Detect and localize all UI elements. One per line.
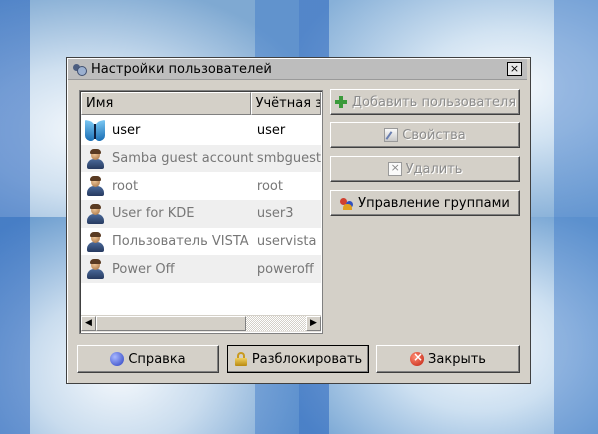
manage-groups-label: Управление группами <box>358 195 510 211</box>
list-header: Имя Учётная за <box>81 92 321 115</box>
properties-icon <box>384 128 399 142</box>
scroll-right-button[interactable]: ▶ <box>306 316 321 331</box>
window-titlebar[interactable]: Настройки пользователей × <box>68 59 527 80</box>
user-name: Power Off <box>112 261 175 277</box>
butterfly-icon <box>84 119 106 142</box>
user-account: root <box>256 178 283 194</box>
user-account: user3 <box>256 206 294 222</box>
close-icon <box>410 350 425 366</box>
scroll-thumb[interactable] <box>96 316 246 331</box>
person-icon <box>84 203 106 225</box>
scroll-left-button[interactable]: ◀ <box>81 316 96 331</box>
list-item[interactable]: Samba guest account smbguest <box>81 144 321 173</box>
user-account: smbguest <box>256 151 321 167</box>
user-name: Пользователь VISTA <box>112 234 249 250</box>
scroll-track[interactable] <box>246 316 306 331</box>
add-user-button[interactable]: Добавить пользователя <box>330 89 520 115</box>
horizontal-scrollbar[interactable]: ◀ ▶ <box>81 315 321 332</box>
help-icon <box>110 352 125 366</box>
list-item[interactable]: Пользователь VISTA uservista <box>81 228 321 256</box>
plus-icon <box>334 95 348 109</box>
group-icon <box>340 196 354 210</box>
column-header-account[interactable]: Учётная за <box>250 92 321 115</box>
window-title: Настройки пользователей <box>91 61 272 77</box>
person-icon <box>84 175 106 197</box>
unlock-label: Разблокировать <box>251 351 363 367</box>
user-account: poweroff <box>256 261 314 277</box>
list-item[interactable]: root root <box>81 172 321 200</box>
close-button[interactable]: Закрыть <box>376 345 520 373</box>
manage-groups-button[interactable]: Управление группами <box>330 190 520 216</box>
list-item[interactable]: user user <box>81 117 321 145</box>
user-settings-window: Настройки пользователей × Имя Учётная за… <box>66 57 531 384</box>
user-name: user <box>112 123 141 139</box>
user-name: root <box>112 178 139 194</box>
user-list[interactable]: Имя Учётная за useruserSamba guest accou… <box>79 90 323 334</box>
window-close-button[interactable]: × <box>507 62 522 76</box>
person-icon <box>84 148 106 170</box>
user-name: User for KDE <box>112 206 195 222</box>
properties-button[interactable]: Свойства <box>330 122 520 148</box>
user-account: user <box>256 123 286 139</box>
column-header-name[interactable]: Имя <box>81 92 251 115</box>
user-rows: user user Samba guest account smbguest root r… <box>81 117 321 284</box>
user-name: Samba guest account <box>112 151 254 167</box>
list-item[interactable]: Power Off poweroff <box>81 255 321 284</box>
user-account: uservista <box>256 234 317 250</box>
delete-user-button[interactable]: Удалить <box>330 156 520 182</box>
delete-label: Удалить <box>405 161 463 177</box>
help-button[interactable]: Справка <box>77 345 219 373</box>
person-icon <box>84 258 106 280</box>
key-icon <box>234 352 248 366</box>
person-icon <box>84 231 106 253</box>
users-icon <box>72 62 87 76</box>
properties-label: Свойства <box>402 127 466 143</box>
list-item[interactable]: User for KDE user3 <box>81 200 321 228</box>
unlock-button[interactable]: Разблокировать <box>227 345 369 373</box>
help-label: Справка <box>128 351 186 367</box>
delete-icon <box>387 161 402 176</box>
close-label: Закрыть <box>428 351 486 367</box>
add-user-label: Добавить пользователя <box>351 94 517 110</box>
